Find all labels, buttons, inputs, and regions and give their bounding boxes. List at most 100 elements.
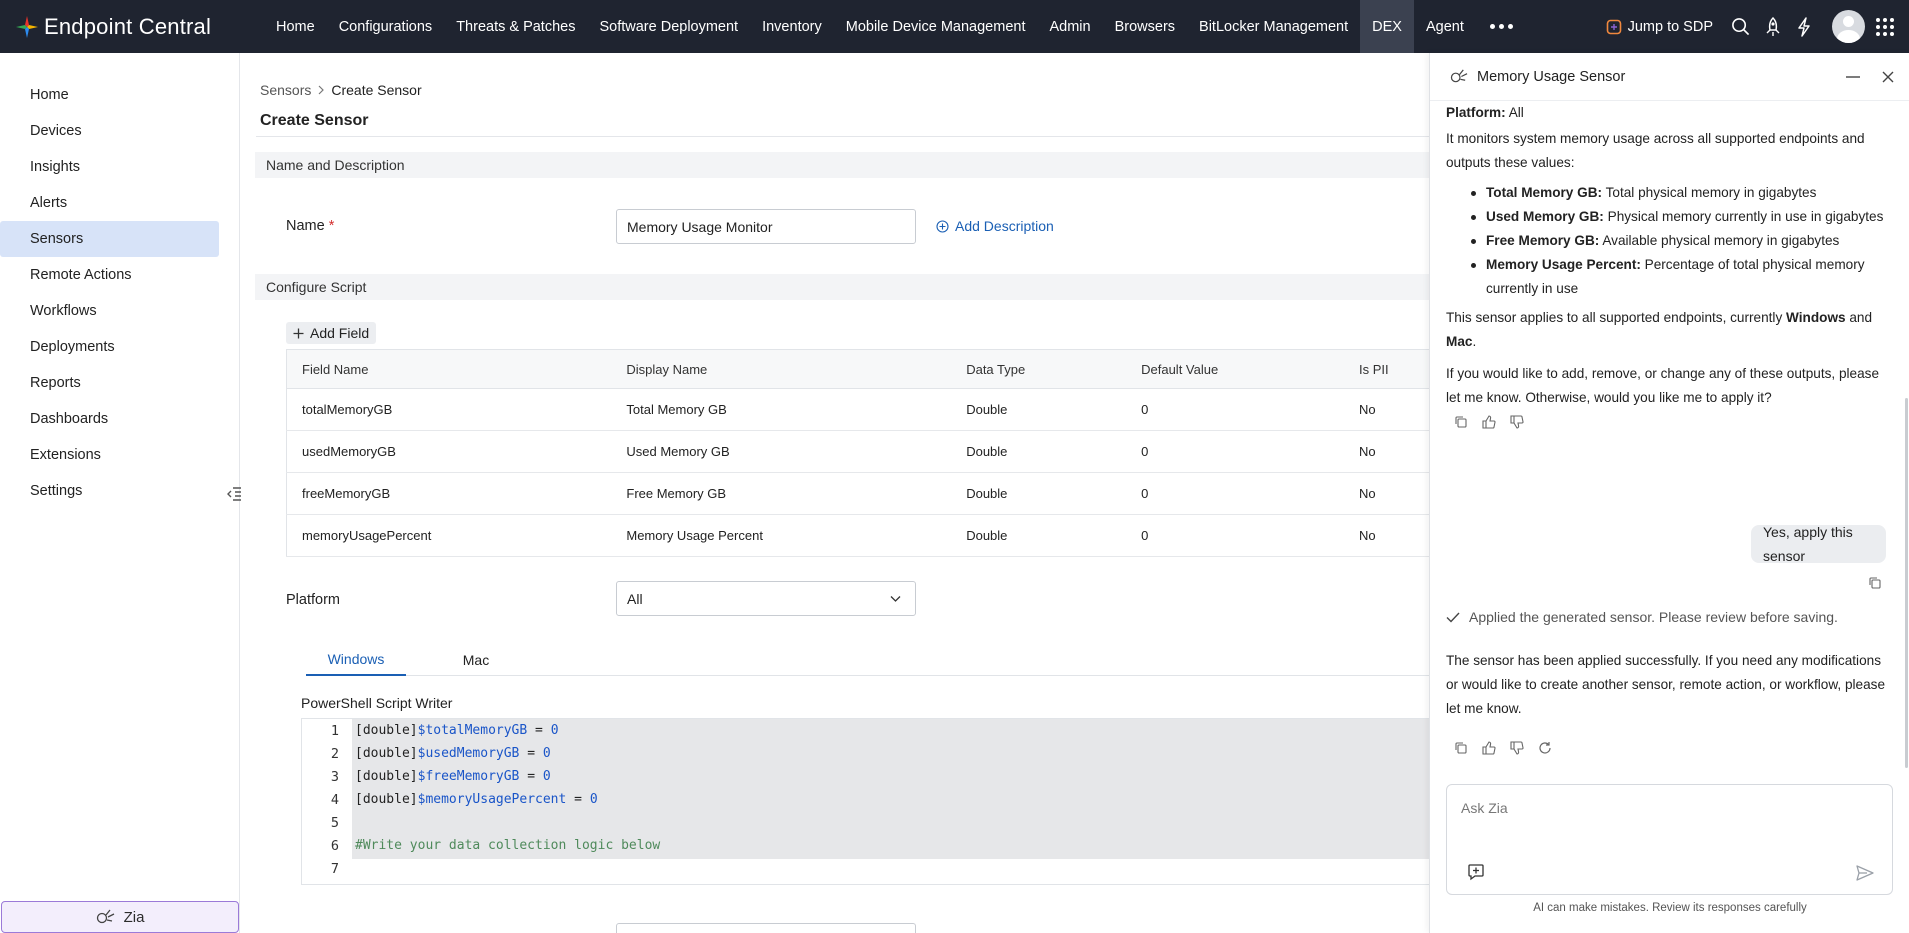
sidebar-item-reports[interactable]: Reports [0,365,219,401]
column-header-is-pii[interactable]: Is PII [1359,349,1429,389]
applied-notice-text: Applied the generated sensor. Please rev… [1469,609,1838,625]
assistant-intro: It monitors system memory usage across a… [1446,131,1865,170]
line-number: 7 [330,860,339,877]
tab-windows[interactable]: Windows [306,643,406,676]
cell-field-name: memoryUsagePercent [286,514,627,557]
app-logo[interactable]: Endpoint Central [14,14,264,40]
line-number: 2 [330,745,339,762]
column-header-default-value[interactable]: Default Value [1141,349,1359,389]
code-line: 5 [302,811,1429,834]
partial-input-field[interactable] [616,923,916,933]
sidebar-item-devices[interactable]: Devices [0,113,219,149]
applied-notice: Applied the generated sensor. Please rev… [1446,605,1838,629]
regenerate-icon[interactable] [1538,741,1552,755]
more-nav-icon[interactable] [1476,0,1527,53]
script-writer-title: PowerShell Script Writer [301,695,453,711]
sidebar-item-extensions[interactable]: Extensions [0,437,219,473]
table-row[interactable]: totalMemoryGB Total Memory GB Double 0 N… [286,388,1429,431]
nav-home[interactable]: Home [264,0,327,53]
thumbs-up-icon[interactable] [1482,415,1496,429]
add-attachment-icon[interactable] [1467,863,1485,881]
column-header-data-type[interactable]: Data Type [966,349,1142,389]
panel-scrollbar[interactable] [1905,398,1908,768]
table-row[interactable]: freeMemoryGB Free Memory GB Double 0 No [286,472,1429,515]
add-field-label: Add Field [310,325,370,341]
rocket-icon[interactable] [1764,16,1782,37]
name-input[interactable]: Memory Usage Monitor [616,209,916,244]
name-description-section-header: Name and Description [255,152,1429,178]
search-icon[interactable] [1731,17,1750,36]
app-grid-icon[interactable] [1875,17,1895,37]
send-icon[interactable] [1856,865,1874,881]
nav-browsers[interactable]: Browsers [1103,0,1187,53]
zia-icon [96,909,114,924]
sidebar-item-workflows[interactable]: Workflows [0,293,219,329]
nav-dex[interactable]: DEX [1360,0,1414,53]
cell-field-name: usedMemoryGB [286,430,627,473]
platform-select[interactable]: All [616,581,916,616]
chevron-right-icon [318,85,325,95]
nav-mobile-device-management[interactable]: Mobile Device Management [834,0,1038,53]
user-avatar[interactable] [1832,10,1865,43]
code-editor[interactable]: 1 [double]$totalMemoryGB = 0 2 [double]$… [301,718,1429,885]
column-header-display-name[interactable]: Display Name [626,349,967,389]
code-line: 3 [double]$freeMemoryGB = 0 [302,765,1429,788]
add-description-link[interactable]: Add Description [936,218,1054,234]
sidebar-item-insights[interactable]: Insights [0,149,219,185]
platform-tabs: Windows Mac [306,643,1429,676]
sidebar-item-remote-actions[interactable]: Remote Actions [0,257,219,293]
close-icon[interactable] [1882,71,1894,83]
cell-data-type: Double [966,514,1142,557]
sidebar-item-sensors[interactable]: Sensors [0,221,219,257]
column-header-field-name[interactable]: Field Name [286,349,627,389]
table-row[interactable]: usedMemoryGB Used Memory GB Double 0 No [286,430,1429,473]
line-number: 5 [330,814,339,831]
nav-threats-patches[interactable]: Threats & Patches [444,0,587,53]
list-item: Used Memory GB: Physical memory currentl… [1471,205,1896,229]
ask-zia-input[interactable]: Ask Zia [1446,784,1893,895]
cell-is-pii: No [1359,472,1429,515]
table-row[interactable]: memoryUsagePercent Memory Usage Percent … [286,514,1429,557]
platform-label: Platform [286,592,340,608]
nav-admin[interactable]: Admin [1037,0,1102,53]
nav-agent[interactable]: Agent [1414,0,1476,53]
zia-icon [1450,69,1468,83]
copy-icon[interactable] [1454,415,1468,429]
line-number: 6 [330,837,339,854]
sidebar-item-deployments[interactable]: Deployments [0,329,219,365]
assistant-question: If you would like to add, remove, or cha… [1446,366,1880,405]
chevron-down-icon [890,596,901,602]
sidebar-item-dashboards[interactable]: Dashboards [0,401,219,437]
code-line: 4 [double]$memoryUsagePercent = 0 [302,788,1429,811]
divider [256,136,1429,137]
code-comment: #Write your data collection logic below [355,838,661,853]
main-content: Sensors Create Sensor Create Sensor Name… [241,53,1429,933]
nav-bitlocker-management[interactable]: BitLocker Management [1187,0,1360,53]
sidebar-item-home[interactable]: Home [0,77,219,113]
thumbs-down-icon[interactable] [1510,741,1524,755]
jump-to-sdp-link[interactable]: Jump to SDP [1606,19,1713,35]
minimize-icon[interactable] [1846,76,1860,78]
lightning-icon[interactable] [1796,16,1812,37]
nav-configurations[interactable]: Configurations [327,0,445,53]
zia-button[interactable]: Zia [1,901,239,933]
endpoint-central-logo-icon [16,15,38,38]
breadcrumb-sensors[interactable]: Sensors [260,82,311,98]
sidebar-item-alerts[interactable]: Alerts [0,185,219,221]
nav-inventory[interactable]: Inventory [750,0,834,53]
sidebar-item-settings[interactable]: Settings [0,473,219,509]
line-number: 4 [330,791,339,808]
cell-data-type: Double [966,430,1142,473]
copy-icon[interactable] [1454,741,1468,755]
list-item: Total Memory GB: Total physical memory i… [1471,181,1896,205]
panel-title: Memory Usage Sensor [1477,68,1626,85]
top-navigation-bar: Endpoint Central Home Configurations Thr… [0,0,1909,53]
thumbs-up-icon[interactable] [1482,741,1496,755]
thumbs-down-icon[interactable] [1510,415,1524,429]
nav-software-deployment[interactable]: Software Deployment [587,0,750,53]
feedback-row [1454,741,1552,755]
copy-icon[interactable] [1868,576,1882,590]
tab-mac[interactable]: Mac [426,643,526,676]
list-item: Memory Usage Percent: Percentage of tota… [1471,253,1896,301]
add-field-button[interactable]: Add Field [286,322,377,344]
